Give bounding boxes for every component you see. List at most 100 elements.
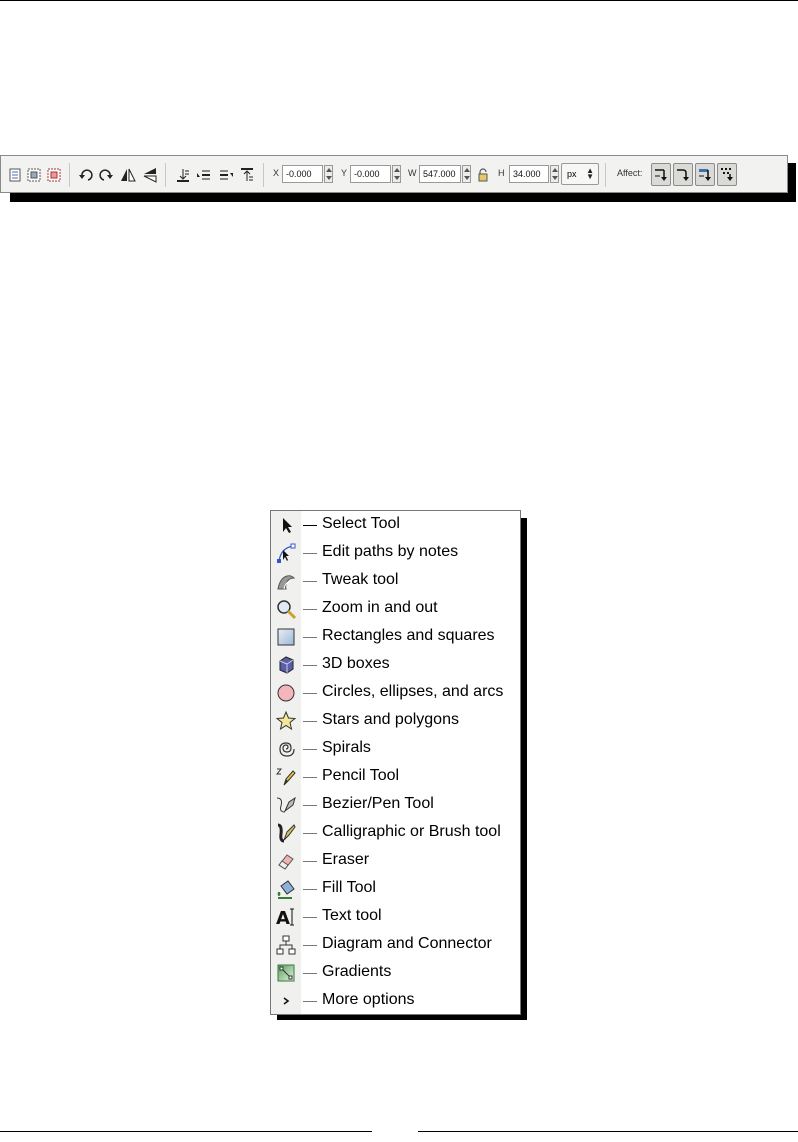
tool-row-rectangle[interactable]: Rectangles and squares — [271, 623, 520, 651]
tool-label: 3D boxes — [322, 655, 390, 672]
tool-row-select[interactable]: Select Tool — [271, 511, 520, 539]
move-patterns-icon — [721, 168, 733, 181]
x-label: X — [273, 168, 280, 178]
width-spinner[interactable] — [462, 165, 471, 183]
y-label: Y — [341, 168, 348, 178]
tool-label: Tweak tool — [322, 571, 399, 588]
rotate-ccw-icon[interactable] — [78, 167, 94, 183]
3d-box-icon — [279, 656, 294, 674]
node-editor-icon — [277, 543, 296, 563]
select-all-in-all-layers-icon[interactable] — [26, 167, 42, 183]
lower-to-bottom-icon[interactable] — [175, 167, 191, 183]
connector-line — [303, 553, 317, 554]
toolbar-separator — [69, 163, 70, 187]
select-all-icon[interactable] — [7, 167, 23, 183]
scale-stroke-icon — [655, 169, 667, 181]
tool-row-connector[interactable]: Diagram and Connector — [271, 931, 520, 959]
move-patterns-toggle[interactable] — [717, 163, 737, 186]
star-icon — [275, 710, 297, 731]
tool-row-ellipse[interactable]: Circles, ellipses, and arcs — [271, 679, 520, 707]
toolbar-separator — [605, 163, 606, 187]
tool-row-text[interactable]: A Text tool — [271, 903, 520, 931]
y-spinner[interactable] — [392, 165, 401, 183]
pencil-icon — [275, 768, 296, 786]
text-icon: A — [276, 908, 294, 928]
height-spinner[interactable] — [550, 165, 559, 183]
connector-line — [303, 889, 317, 890]
paint-bucket-icon — [277, 880, 295, 899]
tool-label: Zoom in and out — [322, 599, 438, 616]
chevron-right-icon — [283, 997, 290, 1005]
svg-text:A: A — [276, 908, 290, 928]
lower-icon[interactable] — [196, 167, 212, 183]
tool-row-calligraphy[interactable]: Calligraphic or Brush tool — [271, 819, 520, 847]
connector-line — [303, 805, 317, 806]
connector-line — [303, 525, 317, 526]
connector-line — [303, 721, 317, 722]
width-input[interactable]: 547.000 — [419, 165, 461, 183]
rectangle-icon — [277, 628, 295, 646]
tool-label: Eraser — [322, 851, 370, 868]
tool-label: Rectangles and squares — [322, 627, 495, 644]
h-label: H — [498, 168, 505, 178]
magnifier-icon — [277, 600, 297, 620]
connector-line — [303, 945, 317, 946]
affect-label: Affect: — [617, 168, 643, 178]
toolbar-separator — [263, 163, 264, 187]
page-footer-rule-right — [418, 1131, 798, 1132]
raise-to-top-icon[interactable] — [239, 167, 255, 183]
tool-row-fill[interactable]: Fill Tool — [271, 875, 520, 903]
scale-stroke-toggle[interactable] — [651, 163, 671, 186]
tool-label: Edit paths by notes — [322, 543, 459, 560]
tool-row-eraser[interactable]: Eraser — [271, 847, 520, 875]
tool-label: Diagram and Connector — [322, 935, 492, 952]
connector-line — [303, 609, 317, 610]
connector-line — [303, 665, 317, 666]
connector-line — [303, 973, 317, 974]
tool-row-node[interactable]: Edit paths by notes — [271, 539, 520, 567]
connector-line — [303, 917, 317, 918]
toolbox-panel: Select Tool Edit paths by notes Tweak to… — [270, 510, 521, 1015]
tweak-icon — [277, 575, 296, 590]
tool-row-zoom[interactable]: Zoom in and out — [271, 595, 520, 623]
x-spinner[interactable] — [324, 165, 333, 183]
height-input[interactable]: 34.000 — [509, 165, 549, 183]
select-arrows-icon: ▲ ▼ — [586, 166, 594, 181]
tool-row-pencil[interactable]: Pencil Tool — [271, 763, 520, 791]
scale-corners-toggle[interactable] — [673, 163, 693, 186]
unit-select[interactable]: px ▲ ▼ — [561, 163, 599, 185]
tool-label: Gradients — [322, 963, 392, 980]
raise-icon[interactable] — [218, 167, 234, 183]
tool-label: Fill Tool — [322, 879, 376, 896]
tool-label: Calligraphic or Brush tool — [322, 823, 501, 840]
tool-row-star[interactable]: Stars and polygons — [271, 707, 520, 735]
lock-icon[interactable] — [475, 167, 491, 183]
move-gradients-icon — [699, 169, 711, 181]
tool-row-spiral[interactable]: Spirals — [271, 735, 520, 763]
connector-line — [303, 1001, 317, 1002]
tool-row-3dbox[interactable]: 3D boxes — [271, 651, 520, 679]
tool-label: Select Tool — [322, 515, 400, 532]
connector-line — [303, 581, 317, 582]
tool-label: Text tool — [322, 907, 382, 924]
spiral-icon — [279, 742, 295, 757]
y-input[interactable]: -0.000 — [350, 165, 391, 183]
flip-horizontal-icon[interactable] — [120, 167, 136, 183]
tool-label: Spirals — [322, 739, 371, 756]
move-gradients-toggle[interactable] — [695, 163, 715, 186]
tool-row-more[interactable]: More options — [271, 987, 520, 1014]
rotate-cw-icon[interactable] — [98, 167, 114, 183]
tool-row-tweak[interactable]: Tweak tool — [271, 567, 520, 595]
tool-row-bezier[interactable]: Bezier/Pen Tool — [271, 791, 520, 819]
connector-line — [303, 693, 317, 694]
w-label: W — [408, 168, 417, 178]
connector-line — [303, 777, 317, 778]
x-input[interactable]: -0.000 — [282, 165, 323, 183]
connector-line — [303, 833, 317, 834]
tool-row-gradient[interactable]: Gradients — [271, 959, 520, 987]
deselect-icon[interactable] — [46, 167, 62, 183]
tool-label: Stars and polygons — [322, 711, 459, 728]
flip-vertical-icon[interactable] — [142, 167, 158, 183]
gradient-icon — [277, 964, 295, 982]
arrow-pointer-icon — [283, 518, 292, 533]
